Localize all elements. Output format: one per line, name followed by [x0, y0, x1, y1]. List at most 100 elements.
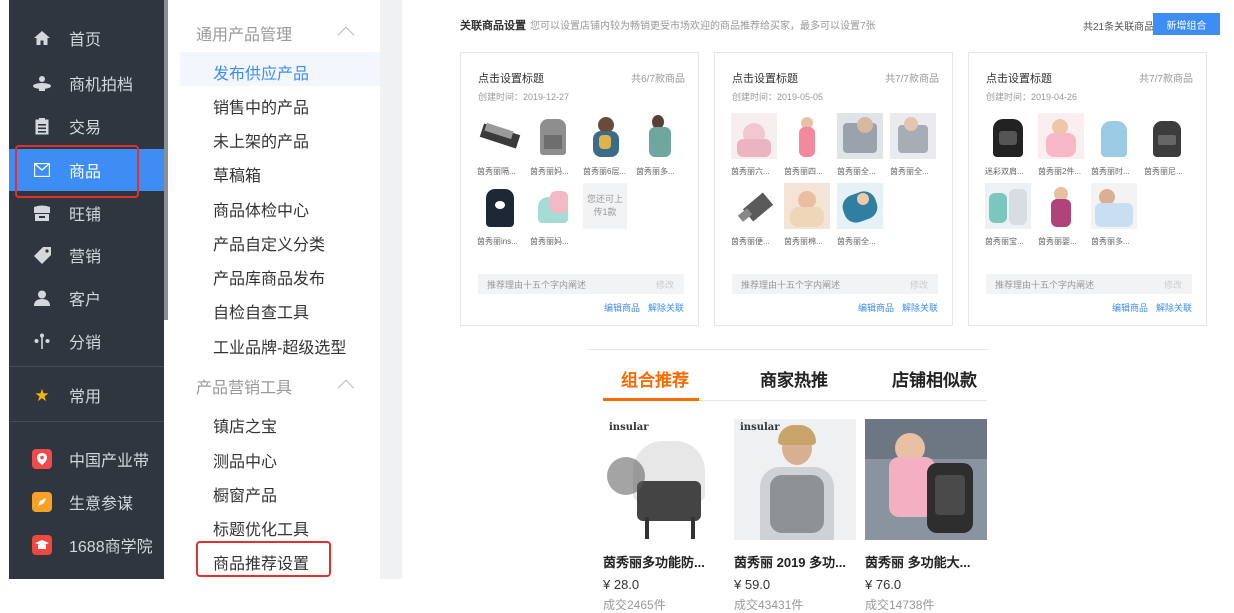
card-title[interactable]: 点击设置标题	[478, 70, 544, 86]
product-image[interactable]: insular	[865, 419, 987, 540]
submenu-item-recommend-settings[interactable]: 商品推荐设置	[213, 550, 309, 574]
product-name[interactable]: 茵秀丽多功能防...	[603, 552, 725, 571]
reason-edit-button[interactable]: 修改	[656, 278, 674, 291]
submenu-group-title[interactable]: 产品营销工具	[196, 374, 292, 398]
upload-placeholder[interactable]: 您还可上传1款	[583, 183, 627, 229]
product-image[interactable]: insular	[603, 419, 725, 540]
recommended-product[interactable]: insular 茵秀丽 2019 多功... ¥ 59.0 成交43431件	[734, 419, 856, 613]
card-product[interactable]: 茵秀丽宝...	[985, 183, 1036, 247]
card-product[interactable]: 茵秀丽全...	[837, 183, 888, 247]
card-product[interactable]: 茵秀丽时...	[1091, 113, 1142, 177]
nav-item-industry-belt[interactable]: 中国产业带	[9, 438, 164, 480]
product-thumbnail[interactable]	[530, 183, 576, 229]
product-thumbnail[interactable]	[890, 113, 936, 159]
nav-item-products[interactable]: 商品	[9, 149, 164, 191]
submenu-item-publish-supply[interactable]: 发布供应产品	[213, 60, 309, 84]
nav-item-customers[interactable]: 客户	[9, 277, 164, 319]
new-combination-button[interactable]: 新增组合	[1153, 13, 1220, 35]
nav-item-partner[interactable]: 商机拍档	[9, 62, 164, 104]
edit-products-link[interactable]: 编辑商品	[1112, 303, 1148, 313]
edit-products-link[interactable]: 编辑商品	[858, 303, 894, 313]
reason-input[interactable]: 推荐理由十五个字内阐述 修改	[478, 274, 684, 294]
unlink-link[interactable]: 解除关联	[648, 303, 684, 313]
recommended-product[interactable]: insular 茵秀丽多功能防... ¥ 28.0 成交2465件	[603, 419, 725, 613]
reason-input[interactable]: 推荐理由十五个字内阐述 修改	[732, 274, 938, 294]
product-thumbnail[interactable]	[636, 113, 682, 159]
submenu-item-title-optimize[interactable]: 标题优化工具	[213, 516, 309, 540]
card-title[interactable]: 点击设置标题	[986, 70, 1052, 86]
submenu-item-health-check[interactable]: 商品体检中心	[213, 197, 309, 221]
product-thumbnail[interactable]	[1091, 113, 1137, 159]
submenu-item-drafts[interactable]: 草稿箱	[213, 162, 261, 186]
product-thumbnail[interactable]	[583, 113, 629, 159]
product-thumbnail[interactable]	[731, 113, 777, 159]
nav-item-1688-academy[interactable]: 1688商学院	[9, 524, 164, 566]
unlink-link[interactable]: 解除关联	[902, 303, 938, 313]
submenu-item-test-center[interactable]: 测品中心	[213, 448, 277, 472]
product-thumbnail[interactable]	[477, 183, 523, 229]
product-thumbnail[interactable]	[837, 183, 883, 229]
submenu-scrollbar[interactable]	[380, 0, 402, 579]
card-product[interactable]: 茵秀丽ins...	[477, 183, 528, 247]
carousel-prev-button[interactable]	[607, 457, 645, 495]
card-product[interactable]: 茵秀丽隔...	[477, 113, 528, 177]
product-thumbnail[interactable]	[477, 113, 523, 159]
product-thumbnail[interactable]	[1144, 113, 1190, 159]
card-product[interactable]: 茵秀丽四...	[784, 113, 835, 177]
submenu-item-store-treasure[interactable]: 镇店之宝	[213, 413, 277, 437]
submenu-item-showcase[interactable]: 橱窗产品	[213, 482, 277, 506]
recommended-product[interactable]: insular 茵秀丽 多功能大... ¥ 76.0 成交14738件	[865, 419, 987, 613]
reason-input[interactable]: 推荐理由十五个字内阐述 修改	[986, 274, 1192, 294]
nav-item-shop[interactable]: 旺铺	[9, 192, 164, 234]
reason-edit-button[interactable]: 修改	[910, 278, 928, 291]
nav-item-marketing[interactable]: 营销	[9, 234, 164, 276]
card-product[interactable]: 茵秀丽棉...	[784, 183, 835, 247]
nav-item-favorites[interactable]: ★ 常用	[9, 374, 164, 416]
card-product[interactable]: 茵秀丽婴...	[1038, 183, 1089, 247]
product-thumbnail[interactable]	[530, 113, 576, 159]
card-product[interactable]: 茵秀丽多...	[636, 113, 687, 177]
product-name[interactable]: 茵秀丽 多功能大...	[865, 552, 987, 571]
edit-products-link[interactable]: 编辑商品	[604, 303, 640, 313]
nav-item-distribution[interactable]: 分销	[9, 320, 164, 362]
submenu-item-industrial-brand[interactable]: 工业品牌-超级选型	[213, 334, 346, 358]
card-product[interactable]: 茵秀丽6层...	[583, 113, 634, 177]
product-thumbnail[interactable]	[1038, 183, 1084, 229]
submenu-item-off-shelf[interactable]: 未上架的产品	[213, 128, 309, 152]
submenu-item-library-publish[interactable]: 产品库商品发布	[213, 265, 325, 289]
nav-scrollbar[interactable]	[164, 0, 168, 320]
product-thumbnail[interactable]	[731, 183, 777, 229]
nav-item-business-advisor[interactable]: 生意参谋	[9, 481, 164, 523]
card-product[interactable]: 迷彩双肩...	[985, 113, 1036, 177]
tab-merchant-hot[interactable]: 商家热推	[760, 366, 828, 391]
product-thumbnail[interactable]	[784, 183, 830, 229]
submenu-item-on-sale[interactable]: 销售中的产品	[213, 94, 309, 118]
card-product[interactable]: 茵秀丽六...	[731, 113, 782, 177]
product-thumbnail[interactable]	[1091, 183, 1137, 229]
product-image[interactable]: insular	[734, 419, 856, 540]
product-thumbnail[interactable]	[784, 113, 830, 159]
product-thumbnail[interactable]	[1038, 113, 1084, 159]
tab-similar-items[interactable]: 店铺相似款	[892, 366, 977, 391]
card-product[interactable]: 茵秀丽尼...	[1144, 113, 1195, 177]
card-product[interactable]: 茵秀丽全...	[837, 113, 888, 177]
tab-combo-recommend[interactable]: 组合推荐	[621, 366, 689, 391]
card-product[interactable]: 茵秀丽妈...	[530, 113, 581, 177]
upload-slot[interactable]: 您还可上传1款	[583, 183, 634, 247]
product-thumbnail[interactable]	[985, 183, 1031, 229]
product-name[interactable]: 茵秀丽 2019 多功...	[734, 552, 856, 571]
product-thumbnail[interactable]	[985, 113, 1031, 159]
reason-edit-button[interactable]: 修改	[1164, 278, 1182, 291]
nav-item-home[interactable]: 首页	[9, 17, 164, 59]
card-title[interactable]: 点击设置标题	[732, 70, 798, 86]
submenu-item-custom-category[interactable]: 产品自定义分类	[213, 231, 325, 255]
card-product[interactable]: 茵秀丽多...	[1091, 183, 1142, 247]
submenu-group-title[interactable]: 通用产品管理	[196, 21, 292, 45]
card-product[interactable]: 茵秀丽妈...	[530, 183, 581, 247]
card-product[interactable]: 茵秀丽2件...	[1038, 113, 1089, 177]
submenu-item-self-check[interactable]: 自检自查工具	[213, 299, 309, 323]
card-product[interactable]: 茵秀丽全...	[890, 113, 941, 177]
unlink-link[interactable]: 解除关联	[1156, 303, 1192, 313]
nav-item-trade[interactable]: 交易	[9, 105, 164, 147]
card-product[interactable]: 茵秀丽便...	[731, 183, 782, 247]
